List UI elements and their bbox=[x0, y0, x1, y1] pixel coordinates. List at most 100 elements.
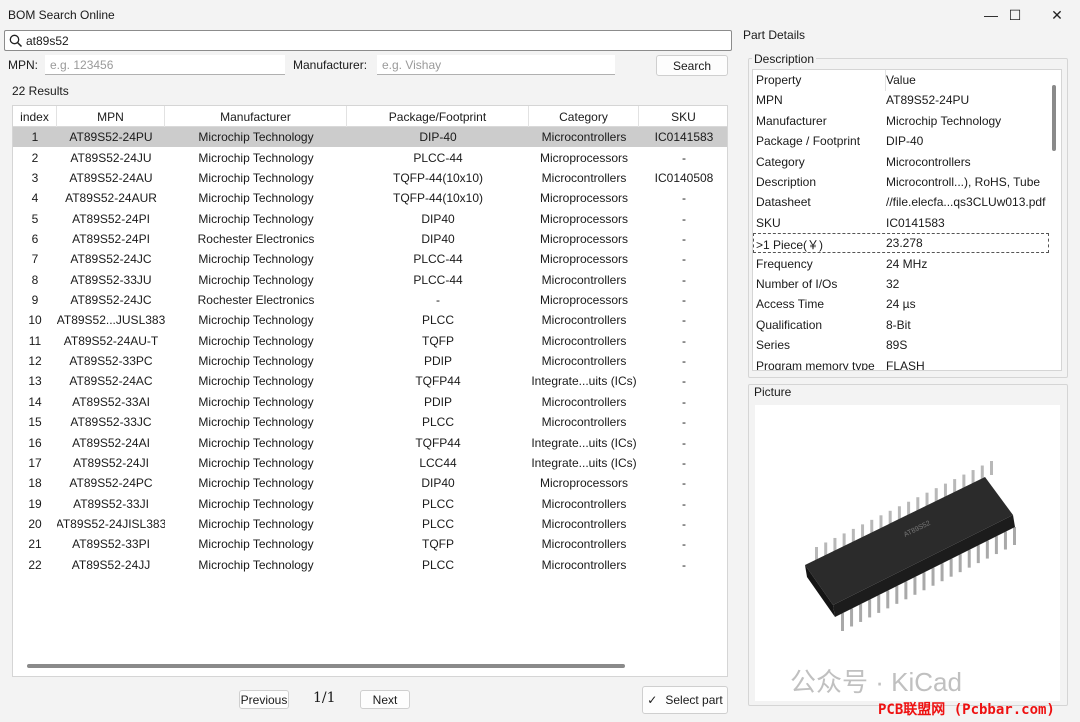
chip-pin bbox=[994, 536, 998, 555]
table-row[interactable]: 7 AT89S52-24JC Microchip Technology PLCC-44… bbox=[13, 249, 727, 269]
maximize-button[interactable]: ☐ bbox=[992, 0, 1038, 30]
table-row[interactable]: 17 AT89S52-24JI Microchip Technology LCC44 I… bbox=[13, 453, 727, 473]
vertical-scrollbar[interactable] bbox=[1052, 85, 1056, 151]
property-name: Description bbox=[756, 175, 817, 189]
table-row[interactable]: 22 AT89S52-24JJ Microchip Technology PLCC Mi… bbox=[13, 555, 727, 575]
table-row[interactable]: 2 AT89S52-24JU Microchip Technology PLCC-44… bbox=[13, 147, 727, 167]
chip-pin bbox=[922, 572, 926, 591]
column-header-sku[interactable]: SKU bbox=[639, 106, 727, 127]
property-row[interactable]: Frequency 24 MHz bbox=[753, 254, 1049, 274]
table-cell: Microprocessors bbox=[539, 476, 629, 491]
table-cell: Integrate...uits (ICs) bbox=[531, 374, 637, 389]
table-cell: 2 bbox=[31, 150, 39, 165]
table-cell: AT89S52-24JI bbox=[73, 455, 149, 470]
table-cell: Microchip Technology bbox=[198, 476, 314, 491]
chip-pin bbox=[841, 613, 844, 631]
chip-pin bbox=[958, 554, 962, 573]
property-row[interactable]: Series 89S bbox=[753, 335, 1049, 355]
table-cell: IC0141583 bbox=[654, 130, 714, 145]
table-row[interactable]: 20 AT89S52-24JISL383 Microchip Technology P… bbox=[13, 514, 727, 534]
table-cell: PLCC bbox=[421, 415, 454, 430]
table-cell: 13 bbox=[28, 374, 42, 389]
previous-button[interactable]: Previous bbox=[239, 690, 289, 709]
table-cell: PLCC-44 bbox=[413, 272, 463, 287]
table-cell: 5 bbox=[31, 211, 39, 226]
table-row[interactable]: 3 AT89S52-24AU Microchip Technology TQFP-44… bbox=[13, 168, 727, 188]
table-row[interactable]: 13 AT89S52-24AC Microchip Technology TQFP44… bbox=[13, 371, 727, 391]
column-header-index[interactable]: index bbox=[13, 106, 57, 127]
table-cell: Microcontrollers bbox=[541, 496, 627, 511]
property-row[interactable]: Description Microcontroll...), RoHS, Tube bbox=[753, 172, 1049, 192]
table-row[interactable]: 4 AT89S52-24AUR Microchip Technology TQFP-4… bbox=[13, 188, 727, 208]
table-cell: 6 bbox=[31, 231, 39, 246]
table-row[interactable]: 8 AT89S52-33JU Microchip Technology PLCC-44… bbox=[13, 270, 727, 290]
property-row[interactable]: Program memory type FLASH bbox=[753, 356, 1049, 370]
table-cell: Microchip Technology bbox=[198, 272, 314, 287]
table-cell: Microprocessors bbox=[539, 211, 629, 226]
table-cell: PLCC-44 bbox=[413, 252, 463, 267]
table-row[interactable]: 6 AT89S52-24PI Rochester Electronics DIP40 M… bbox=[13, 229, 727, 249]
table-row[interactable]: 9 AT89S52-24JC Rochester Electronics - Micro… bbox=[13, 290, 727, 310]
horizontal-scrollbar[interactable] bbox=[27, 664, 625, 668]
property-row[interactable]: >1 Piece(￥) 23.278 bbox=[753, 233, 1049, 254]
table-row[interactable]: 21 AT89S52-33PI Microchip Technology TQFP Mi… bbox=[13, 534, 727, 554]
chip-pin bbox=[913, 576, 917, 595]
table-cell: TQFP44 bbox=[415, 435, 461, 450]
property-name: Manufacturer bbox=[756, 113, 827, 128]
table-row[interactable]: 18 AT89S52-24PC Microchip Technology DIP40 M… bbox=[13, 473, 727, 493]
part-details-title: Part Details bbox=[743, 28, 806, 42]
table-row[interactable]: 11 AT89S52-24AU-T Microchip Technology TQFP… bbox=[13, 331, 727, 351]
table-cell: Microcontrollers bbox=[541, 130, 627, 145]
table-cell: 7 bbox=[31, 252, 39, 267]
chip-pin bbox=[904, 581, 908, 600]
table-row[interactable]: 19 AT89S52-33JI Microchip Technology PLCC Mi… bbox=[13, 493, 727, 513]
chip-pin bbox=[861, 524, 865, 539]
property-row[interactable]: Access Time 24 µs bbox=[753, 294, 1049, 314]
table-row[interactable]: 15 AT89S52-33JC Microchip Technology PLCC Mi… bbox=[13, 412, 727, 432]
property-row[interactable]: MPN AT89S52-24PU bbox=[753, 90, 1049, 110]
search-input[interactable]: at89s52 bbox=[4, 30, 732, 51]
property-row[interactable]: Manufacturer Microchip Technology bbox=[753, 111, 1049, 131]
table-row[interactable]: 5 AT89S52-24PI Microchip Technology DIP40 Mi… bbox=[13, 208, 727, 228]
table-cell: Microcontrollers bbox=[541, 517, 627, 531]
table-cell: Microchip Technology bbox=[198, 435, 314, 450]
table-cell: 17 bbox=[28, 455, 42, 470]
column-header-category[interactable]: Category bbox=[529, 106, 639, 127]
table-row[interactable]: 14 AT89S52-33AI Microchip Technology PDIP Mi… bbox=[13, 392, 727, 412]
next-button[interactable]: Next bbox=[360, 690, 410, 709]
table-cell: Microprocessors bbox=[539, 231, 629, 246]
mpn-field[interactable]: e.g. 123456 bbox=[45, 55, 285, 75]
property-row[interactable]: Qualification 8-Bit bbox=[753, 315, 1049, 335]
property-value: Microchip Technology bbox=[886, 113, 1002, 128]
column-header-mpn[interactable]: MPN bbox=[57, 106, 165, 127]
property-name: Access Time bbox=[756, 297, 825, 312]
table-cell: AT89S52-24JJ bbox=[71, 557, 151, 572]
results-table[interactable]: index MPN Manufacturer Package/Footprint Cat… bbox=[12, 105, 728, 677]
search-button[interactable]: Search bbox=[656, 55, 728, 76]
chip-pin bbox=[907, 501, 911, 516]
watermark-site: PCB联盟网 (Pcbbar.com) bbox=[878, 702, 1055, 718]
close-button[interactable]: ✕ bbox=[1034, 0, 1080, 30]
table-row[interactable]: 12 AT89S52-33PC Microchip Technology PDIP Mi… bbox=[13, 351, 727, 371]
property-row[interactable]: Package / Footprint DIP-40 bbox=[753, 131, 1049, 151]
property-row[interactable]: Category Microcontrollers bbox=[753, 152, 1049, 172]
column-header-manufacturer[interactable]: Manufacturer bbox=[165, 106, 347, 127]
chip-pin bbox=[940, 563, 944, 582]
table-row[interactable]: 16 AT89S52-24AI Microchip Technology TQFP44… bbox=[13, 432, 727, 452]
table-cell: AT89S52-33JC bbox=[70, 415, 152, 430]
properties-table[interactable]: Property Value MPN AT89S52-24PU Manufactur… bbox=[752, 69, 1062, 371]
table-row[interactable]: 1 AT89S52-24PU Microchip Technology DIP-40 M… bbox=[13, 127, 727, 148]
property-row[interactable]: Datasheet //file.elecfa...qs3CLUw013.pdf bbox=[753, 192, 1049, 212]
table-cell: AT89S52-24JISL383 bbox=[57, 517, 165, 531]
table-row[interactable]: 10 AT89S52...JUSL383 Microchip Technology P… bbox=[13, 310, 727, 330]
table-cell: Microchip Technology bbox=[198, 313, 314, 328]
property-value: 8-Bit bbox=[886, 317, 911, 332]
property-row[interactable]: Number of I/Os 32 bbox=[753, 274, 1049, 294]
table-cell: - bbox=[682, 211, 686, 226]
column-header-package-footprint[interactable]: Package/Footprint bbox=[347, 106, 529, 127]
select-part-button[interactable]: ✓ Select part bbox=[642, 686, 728, 714]
table-cell: TQFP-44(10x10) bbox=[392, 191, 484, 206]
chip-pin bbox=[842, 533, 846, 548]
property-row[interactable]: SKU IC0141583 bbox=[753, 213, 1049, 233]
manufacturer-field[interactable]: e.g. Vishay bbox=[377, 55, 615, 75]
